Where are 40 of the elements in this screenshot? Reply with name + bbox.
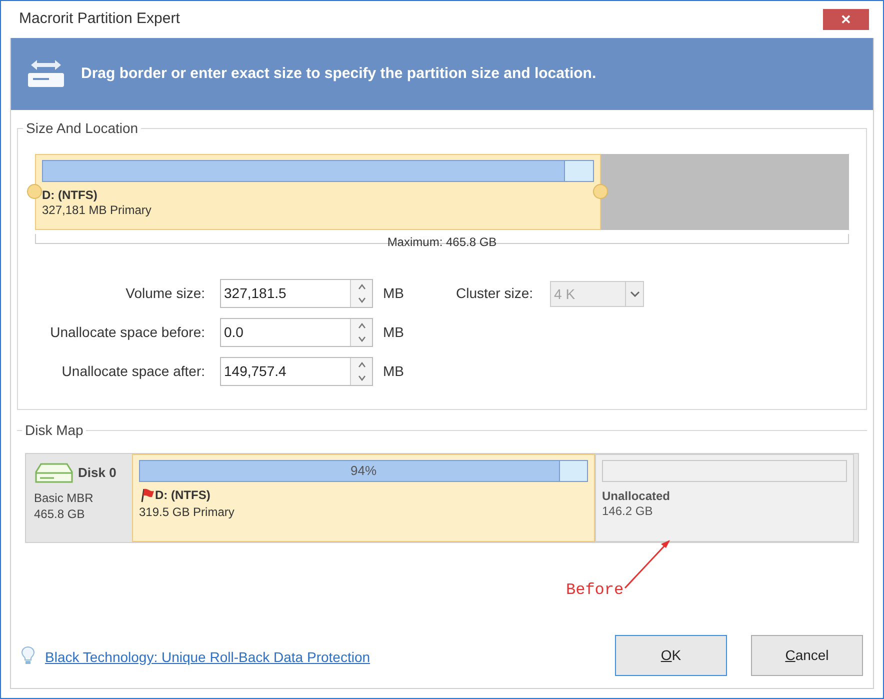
- usage-percent: 94%: [349, 462, 378, 480]
- left-resize-handle[interactable]: [27, 184, 42, 199]
- annotation-text: Before: [566, 580, 624, 601]
- partition-name: D: (NTFS): [42, 188, 98, 202]
- cluster-label: Cluster size:: [456, 284, 534, 303]
- partition-name: Unallocated: [602, 489, 672, 503]
- banner-text: Drag border or enter exact size to specify the partition size and location.: [81, 64, 596, 84]
- spin-buttons[interactable]: [350, 319, 372, 346]
- partition-detail: 146.2 GB: [602, 503, 654, 519]
- unallocated-block[interactable]: Unallocated 146.2 GB: [595, 454, 854, 542]
- partition-name: D: (NTFS): [155, 487, 210, 504]
- dialog-button[interactable]: Cancel: [751, 635, 863, 676]
- annotation-arrow: [623, 538, 673, 590]
- close-button[interactable]: ✕: [823, 9, 869, 30]
- dialog-button[interactable]: OK: [615, 635, 727, 676]
- lightbulb-icon: [21, 646, 35, 666]
- field-label: Unallocate space after:: [60, 362, 205, 381]
- roll-back-link[interactable]: Black Technology: Unique Roll-Back Data Protection: [45, 647, 370, 668]
- unit-label: MB: [383, 362, 404, 381]
- disk-name: Disk 0: [78, 464, 116, 482]
- number-field[interactable]: 0.0: [220, 318, 373, 347]
- field-label: Volume size:: [124, 284, 205, 303]
- unit-label: MB: [383, 284, 404, 303]
- spin-buttons[interactable]: [350, 358, 372, 385]
- number-field[interactable]: 149,757.4: [220, 357, 373, 386]
- chevron-down-icon: [630, 290, 640, 296]
- flag-icon: [139, 488, 155, 502]
- hard-drive-icon: [34, 462, 74, 484]
- partition-detail: 327,181 MB Primary: [42, 202, 152, 218]
- spin-buttons[interactable]: [350, 280, 372, 307]
- number-field[interactable]: 327,181.5: [220, 279, 373, 308]
- disk-info[interactable]: Disk 0 Basic MBR 465.8 GB: [26, 454, 132, 542]
- partition-detail: 319.5 GB Primary: [139, 504, 236, 520]
- partition-block[interactable]: 94% D: (NTFS) 319.5 GB Primary: [132, 454, 595, 542]
- field-label: Unallocate space before:: [49, 323, 205, 342]
- disk-type: Basic MBR: [34, 490, 94, 506]
- disk-size: 465.8 GB: [34, 506, 86, 522]
- window-title: Macrorit Partition Expert: [19, 9, 180, 30]
- unit-label: MB: [383, 323, 404, 342]
- partition-block[interactable]: D: (NTFS) 327,181 MB Primary: [35, 154, 601, 230]
